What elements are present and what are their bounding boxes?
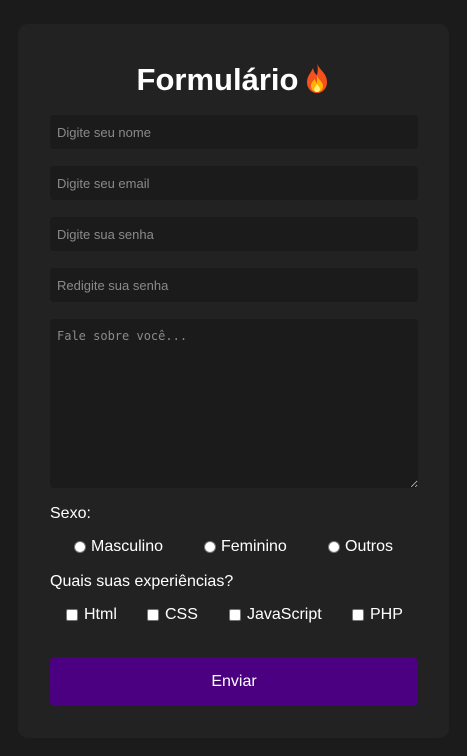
experience-label: Quais suas experiências? xyxy=(50,573,234,590)
checkbox[interactable] xyxy=(147,609,159,621)
radio-button[interactable] xyxy=(204,541,216,553)
gender-option-label: Outros xyxy=(345,538,394,555)
checkbox[interactable] xyxy=(66,609,78,621)
gender-option-masculino[interactable]: Masculino xyxy=(74,538,163,556)
gender-option-label: Feminino xyxy=(221,538,287,555)
checkbox[interactable] xyxy=(229,609,241,621)
confirm-password-input[interactable] xyxy=(50,268,418,302)
radio-button[interactable] xyxy=(74,541,86,553)
gender-option-label: Masculino xyxy=(91,538,164,555)
experience-option-label: PHP xyxy=(370,606,403,623)
experience-option-label: JavaScript xyxy=(247,606,322,623)
gender-option-feminino[interactable]: Feminino xyxy=(204,538,287,556)
experience-option-php[interactable]: PHP xyxy=(352,606,403,624)
password-input[interactable] xyxy=(50,217,418,251)
fire-icon xyxy=(307,63,328,93)
gender-label: Sexo: xyxy=(50,505,91,522)
form-title: Formulário xyxy=(0,60,467,100)
about-textarea[interactable] xyxy=(50,319,418,488)
checkbox[interactable] xyxy=(352,609,364,621)
form-title-text: Formulário xyxy=(136,62,299,97)
radio-button[interactable] xyxy=(328,541,340,553)
gender-option-outros[interactable]: Outros xyxy=(328,538,393,556)
experience-option-javascript[interactable]: JavaScript xyxy=(229,606,322,624)
email-input[interactable] xyxy=(50,166,418,200)
experience-option-label: Html xyxy=(84,606,117,623)
experience-option-label: CSS xyxy=(165,606,198,623)
experience-option-css[interactable]: CSS xyxy=(147,606,198,624)
submit-button[interactable]: Enviar xyxy=(50,657,418,706)
experience-option-html[interactable]: Html xyxy=(66,606,117,624)
name-input[interactable] xyxy=(50,115,418,149)
